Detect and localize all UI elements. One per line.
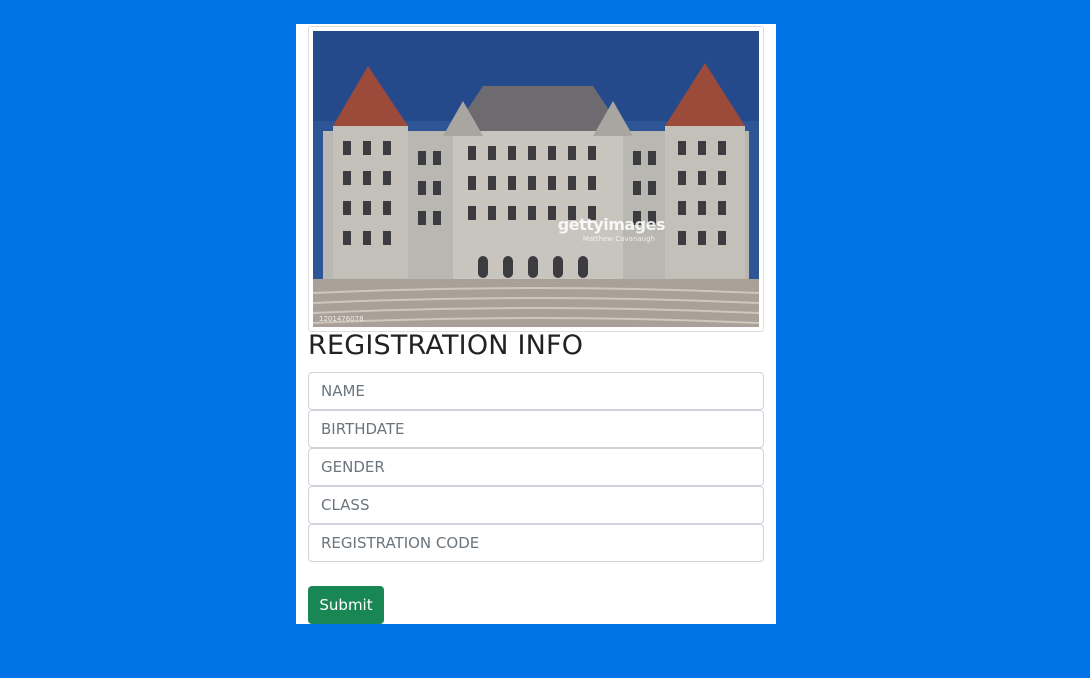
gender-input[interactable] [308, 448, 764, 486]
birthdate-input[interactable] [308, 410, 764, 448]
building-photo-frame: gettyimages Matthew Cavanaugh 1201476078 [308, 26, 764, 332]
capitol-building-illustration [313, 31, 759, 327]
getty-watermark: gettyimages [557, 215, 666, 234]
class-input[interactable] [308, 486, 764, 524]
submit-button[interactable]: Submit [308, 586, 384, 624]
page-title: REGISTRATION INFO [308, 330, 584, 361]
photo-credit: Matthew Cavanaugh [582, 235, 655, 243]
image-id: 1201476078 [319, 315, 364, 323]
name-input[interactable] [308, 372, 764, 410]
building-photo: gettyimages Matthew Cavanaugh 1201476078 [313, 31, 759, 327]
registration-card: gettyimages Matthew Cavanaugh 1201476078… [296, 24, 776, 624]
registration-code-input[interactable] [308, 524, 764, 562]
